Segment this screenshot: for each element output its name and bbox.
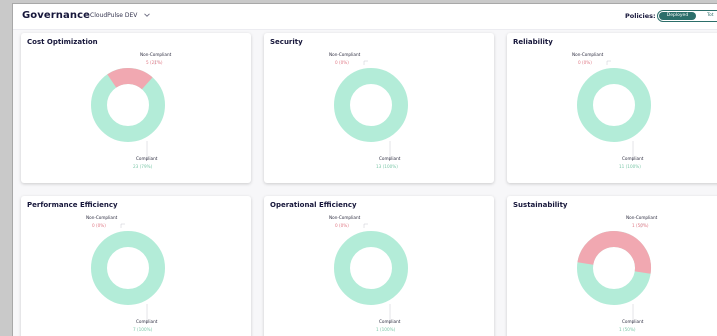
compliant-value: 1 (50%) (619, 327, 636, 332)
card-performance-efficiency: Performance Efficiency Non-Compliant 0 (0%… (21, 196, 251, 336)
compliant-label: Compliant (379, 156, 401, 161)
card-sustainability: Sustainability Non-Compliant 1 (50%) Compli… (507, 196, 717, 336)
card-security: Security Non-Compliant 0 (0%) Compliant 13 (… (264, 33, 494, 183)
non-compliant-leader-line (363, 223, 368, 228)
compliant-value: 1 (100%) (376, 327, 396, 332)
card-reliability: Reliability Non-Compliant 0 (0%) Compliant 1… (507, 33, 717, 183)
toggle-deployed[interactable]: Deployed (659, 12, 696, 20)
compliant-segment[interactable] (91, 231, 165, 305)
non-compliant-value: 1 (50%) (632, 223, 649, 228)
donut-chart (577, 60, 651, 159)
card-operational-efficiency: Operational Efficiency Non-Compliant 0 (0%… (264, 196, 494, 336)
non-compliant-value: 0 (0%) (335, 60, 349, 65)
non-compliant-label: Non-Compliant (86, 215, 118, 220)
non-compliant-value: 0 (0%) (92, 223, 106, 228)
non-compliant-label: Non-Compliant (626, 215, 658, 220)
non-compliant-value: 0 (0%) (578, 60, 592, 65)
donut-chart (91, 223, 165, 322)
compliant-segment[interactable] (577, 68, 651, 142)
compliant-label: Compliant (136, 319, 158, 324)
compliant-label: Compliant (136, 156, 158, 161)
compliant-segment[interactable] (91, 68, 165, 142)
compliant-label: Compliant (622, 319, 644, 324)
non-compliant-segment[interactable] (577, 231, 651, 274)
non-compliant-leader-line (363, 60, 368, 65)
policies-label: Policies: (625, 12, 656, 20)
chevron-down-icon[interactable] (143, 11, 151, 19)
compliant-segment[interactable] (334, 231, 408, 305)
non-compliant-label: Non-Compliant (329, 52, 361, 57)
toggle-total[interactable]: Tot (707, 12, 714, 20)
non-compliant-label: Non-Compliant (572, 52, 604, 57)
compliant-label: Compliant (622, 156, 644, 161)
non-compliant-leader-line (606, 60, 611, 65)
card-cost-optimization: Cost Optimization Non-Compliant 5 (21%) Com… (21, 33, 251, 183)
non-compliant-label: Non-Compliant (140, 52, 172, 57)
environment-selector[interactable]: CloudPulse DEV (90, 12, 137, 19)
page-title: Governance (22, 10, 91, 21)
compliant-value: 11 (100%) (619, 164, 641, 169)
compliant-value: 7 (100%) (133, 327, 153, 332)
donut-chart (334, 223, 408, 322)
non-compliant-label: Non-Compliant (329, 215, 361, 220)
compliant-value: 23 (79%) (133, 164, 153, 169)
non-compliant-value: 5 (21%) (146, 60, 163, 65)
compliant-label: Compliant (379, 319, 401, 324)
non-compliant-segment[interactable] (107, 68, 153, 90)
compliant-value: 13 (100%) (376, 164, 398, 169)
governance-header: Governance CloudPulse DEV Policies: Depl… (13, 4, 717, 30)
app-frame: Governance CloudPulse DEV Policies: Depl… (12, 3, 717, 336)
policies-toggle[interactable]: Deployed Tot (657, 10, 717, 22)
non-compliant-leader-line (120, 223, 125, 228)
non-compliant-value: 0 (0%) (335, 223, 349, 228)
donut-chart (577, 223, 651, 322)
compliant-segment[interactable] (334, 68, 408, 142)
